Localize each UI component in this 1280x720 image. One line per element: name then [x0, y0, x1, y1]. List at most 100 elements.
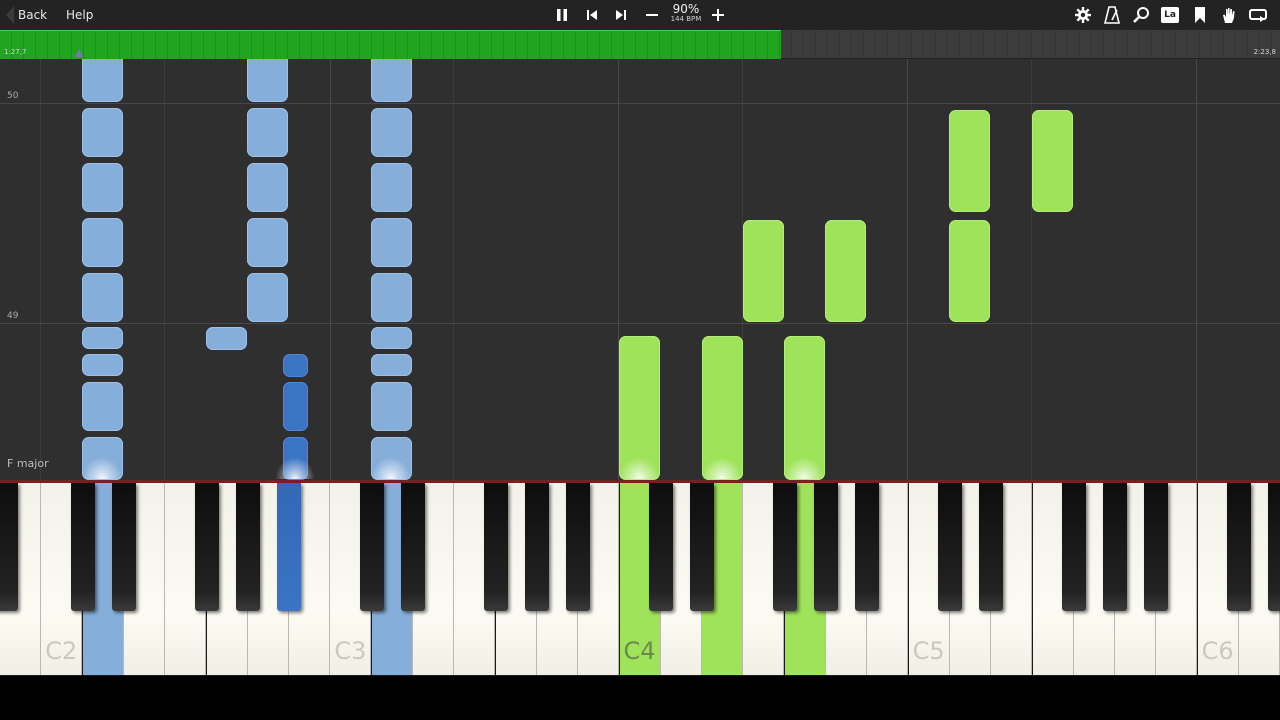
note-bar [247, 273, 288, 322]
current-time: 1:27,7 [4, 48, 27, 56]
note-bar [371, 163, 412, 212]
grid-line [330, 59, 331, 480]
note-roll: 50 49 F major [0, 59, 1280, 480]
note-bar [283, 382, 308, 431]
note-bar [82, 354, 123, 376]
piano-keyboard[interactable]: C2 C3 C4 C5 C6 [0, 480, 1280, 679]
note-bar [82, 59, 123, 102]
black-key[interactable] [979, 483, 1004, 611]
note-bar [247, 59, 288, 102]
grid-line [453, 59, 454, 480]
note-bar [371, 273, 412, 322]
black-key[interactable] [70, 483, 95, 611]
note-bar [825, 220, 866, 322]
black-key[interactable] [235, 483, 260, 611]
black-key[interactable] [1227, 483, 1251, 611]
octave-label: C6 [1201, 637, 1234, 665]
bookmark-icon[interactable] [1188, 4, 1212, 26]
progress-fill [0, 30, 781, 59]
note-bar [1032, 110, 1073, 212]
note-bar [82, 163, 123, 212]
tempo-bpm: 144 BPM [670, 15, 702, 23]
measure-number: 50 [7, 91, 19, 101]
note-bar [743, 220, 784, 322]
tempo-percent: 90% [672, 2, 700, 16]
song-progress-bar[interactable]: 1:27,7 2:23,8 [0, 30, 1280, 59]
loop-start-marker[interactable] [75, 49, 83, 57]
note-bar [247, 108, 288, 157]
measure-line [0, 103, 1280, 104]
black-key[interactable] [772, 483, 797, 611]
note-bar [82, 382, 123, 431]
minus-icon[interactable] [640, 4, 664, 26]
note-bar [949, 220, 990, 322]
black-key[interactable] [814, 483, 838, 611]
note-bar [949, 110, 990, 212]
octave-label: C3 [334, 637, 367, 665]
measure-line [0, 323, 1280, 324]
total-time: 2:23,8 [1253, 48, 1276, 56]
grid-line [40, 59, 41, 480]
keypress-glow [702, 457, 742, 479]
back-button[interactable]: Back [4, 4, 55, 26]
keypress-glow [784, 457, 824, 479]
help-button[interactable]: Help [58, 4, 101, 26]
skip-forward-icon[interactable] [609, 4, 633, 26]
pause-icon[interactable] [550, 4, 574, 26]
black-key[interactable] [690, 483, 715, 611]
black-key[interactable] [1144, 483, 1169, 611]
magnifier-icon[interactable] [1129, 4, 1153, 26]
octave-label: C5 [912, 637, 945, 665]
black-key[interactable] [524, 483, 549, 611]
plus-icon[interactable] [706, 4, 730, 26]
top-toolbar: Back Help 90% 144 BPM La [0, 0, 1280, 30]
note-bar [82, 273, 123, 322]
gear-icon[interactable] [1071, 4, 1095, 26]
grid-line [164, 59, 165, 480]
keypress-glow [275, 457, 315, 479]
note-bar [82, 327, 123, 349]
metronome-icon[interactable] [1100, 4, 1124, 26]
black-key[interactable] [1103, 483, 1128, 611]
octave-label: C4 [623, 637, 656, 665]
keypress-glow [619, 457, 659, 479]
black-key[interactable] [855, 483, 880, 611]
key-signature: F major [7, 457, 49, 470]
black-key[interactable] [277, 483, 302, 611]
black-key[interactable] [0, 483, 18, 611]
black-key[interactable] [194, 483, 219, 611]
note-bar [371, 327, 412, 349]
grid-line [907, 59, 908, 480]
loop-icon[interactable] [1246, 4, 1270, 26]
keypress-glow [371, 457, 411, 479]
skip-back-icon[interactable] [580, 4, 604, 26]
note-labels-icon[interactable]: La [1158, 4, 1182, 26]
tempo-display: 90% 144 BPM [669, 3, 703, 24]
black-key[interactable] [1268, 483, 1280, 611]
grid-line [1196, 59, 1197, 480]
note-bar [206, 327, 247, 350]
note-bar [371, 354, 412, 376]
octave-label: C2 [45, 637, 78, 665]
note-bar [371, 382, 412, 431]
hand-icon[interactable] [1217, 4, 1241, 26]
note-bar [371, 59, 412, 102]
note-bar [371, 108, 412, 157]
black-key[interactable] [937, 483, 962, 611]
note-bar [371, 218, 412, 267]
black-key[interactable] [359, 483, 384, 611]
note-labels-glyph: La [1161, 7, 1179, 23]
black-key[interactable] [1061, 483, 1086, 611]
measure-number: 49 [7, 311, 19, 321]
black-key[interactable] [566, 483, 591, 611]
keypress-glow [82, 457, 122, 479]
black-key[interactable] [648, 483, 673, 611]
note-bar [82, 108, 123, 157]
black-key[interactable] [401, 483, 425, 611]
note-bar [82, 218, 123, 267]
note-bar [247, 163, 288, 212]
note-bar [283, 354, 308, 377]
bottom-bar [0, 676, 1280, 720]
black-key[interactable] [111, 483, 136, 611]
black-key[interactable] [483, 483, 508, 611]
